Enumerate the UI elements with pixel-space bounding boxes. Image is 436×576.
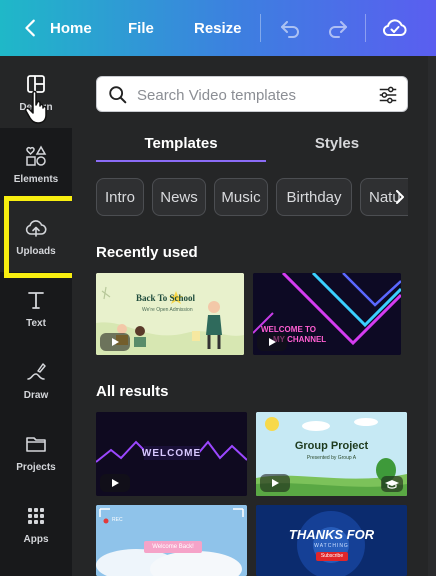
rail-item-text[interactable]: Text	[0, 272, 72, 344]
recently-used-heading: Recently used	[96, 244, 198, 261]
rail-item-elements[interactable]: Elements	[0, 128, 72, 200]
group-project-title: Group Project	[294, 440, 369, 452]
side-nav-rail: Design Elements Uploads Text Draw Projec…	[0, 56, 72, 576]
play-button[interactable]	[260, 474, 290, 492]
cloud-saved-icon[interactable]	[382, 15, 408, 41]
elements-icon	[26, 144, 47, 166]
rail-item-apps[interactable]: Apps	[0, 488, 72, 560]
welcome-title: WELCOME	[141, 448, 202, 459]
rail-label-draw: Draw	[23, 389, 49, 401]
text-icon	[28, 291, 44, 309]
group-project-subtitle: Presented by Group A	[306, 455, 357, 461]
template-thumb-back-to-school[interactable]: Back To School We're Open Admission	[96, 273, 244, 355]
undo-icon[interactable]	[278, 16, 302, 40]
tab-templates-label: Templates	[144, 134, 218, 152]
filter-sliders-icon[interactable]	[377, 84, 399, 106]
all-results-heading: All results	[96, 383, 169, 400]
search-icon	[109, 86, 127, 104]
rail-label-apps: Apps	[23, 533, 49, 545]
rec-caption: Welcome Back!	[144, 541, 202, 553]
active-tab-indicator	[96, 160, 266, 162]
panel-tabs: Templates Styles	[96, 124, 408, 162]
chip-birthday[interactable]: Birthday	[276, 178, 352, 216]
chip-music[interactable]: Music	[214, 178, 268, 216]
uploads-highlight-box	[4, 196, 78, 278]
search-input[interactable]	[137, 83, 367, 107]
play-button[interactable]	[100, 474, 130, 492]
tab-styles[interactable]: Styles	[266, 124, 408, 162]
folder-icon	[26, 436, 46, 452]
template-thumb-group-project[interactable]: Group Project Presented by Group A	[256, 412, 407, 496]
template-thumb-welcome-channel[interactable]: WELCOME TO MY CHANNEL	[253, 273, 401, 355]
school-subtitle: We're Open Admission	[142, 307, 193, 313]
hand-cursor-icon	[25, 90, 47, 124]
rec-label: REC	[112, 517, 123, 523]
play-button[interactable]	[100, 333, 130, 351]
templates-panel: Templates Styles Intro News Music Birthd…	[72, 56, 436, 576]
template-thumb-thanks-watching[interactable]: THANKS FOR WATCHING Subscribe	[256, 505, 407, 576]
school-title: Back To School	[136, 293, 196, 303]
rail-item-projects[interactable]: Projects	[0, 416, 72, 488]
chevron-right-icon	[396, 190, 404, 204]
play-icon	[272, 479, 279, 487]
resize-button[interactable]: Resize	[194, 0, 242, 56]
tab-styles-label: Styles	[314, 134, 360, 152]
rail-label-projects: Projects	[16, 461, 56, 473]
chip-news[interactable]: News	[152, 178, 206, 216]
thanks-subtitle: WATCHING	[314, 543, 349, 549]
rail-item-draw[interactable]: Draw	[0, 344, 72, 416]
toolbar-divider	[365, 14, 366, 42]
apps-grid-icon	[28, 507, 44, 524]
panel-scrollbar[interactable]	[428, 56, 436, 576]
thanks-title: THANKS FOR	[288, 527, 375, 542]
draw-icon	[27, 362, 46, 380]
play-icon	[112, 338, 119, 346]
play-icon	[112, 479, 119, 487]
template-thumb-rec-welcome[interactable]: REC Welcome Back!	[96, 505, 247, 576]
resize-label: Resize	[194, 19, 242, 37]
education-badge	[381, 476, 403, 492]
subscribe-badge: Subscribe	[316, 552, 348, 561]
toolbar-divider	[260, 14, 261, 42]
chips-scroll-right-button[interactable]	[392, 178, 408, 216]
rail-label-text: Text	[26, 317, 46, 329]
file-menu-button[interactable]: File	[128, 0, 154, 56]
file-label: File	[128, 19, 154, 37]
home-button[interactable]: Home	[20, 0, 92, 56]
category-chips: Intro News Music Birthday Natu	[96, 178, 408, 218]
graduation-cap-icon	[385, 480, 399, 489]
redo-icon[interactable]	[326, 16, 350, 40]
play-button[interactable]	[257, 333, 287, 351]
tab-templates[interactable]: Templates	[96, 124, 266, 162]
top-toolbar: Home File Resize	[0, 0, 436, 56]
chevron-left-icon	[25, 19, 35, 37]
template-thumb-welcome-purple[interactable]: WELCOME	[96, 412, 247, 496]
rail-label-elements: Elements	[13, 173, 59, 185]
home-label: Home	[50, 19, 92, 37]
search-bar[interactable]	[96, 76, 408, 112]
play-icon	[269, 338, 276, 346]
chip-intro[interactable]: Intro	[96, 178, 144, 216]
